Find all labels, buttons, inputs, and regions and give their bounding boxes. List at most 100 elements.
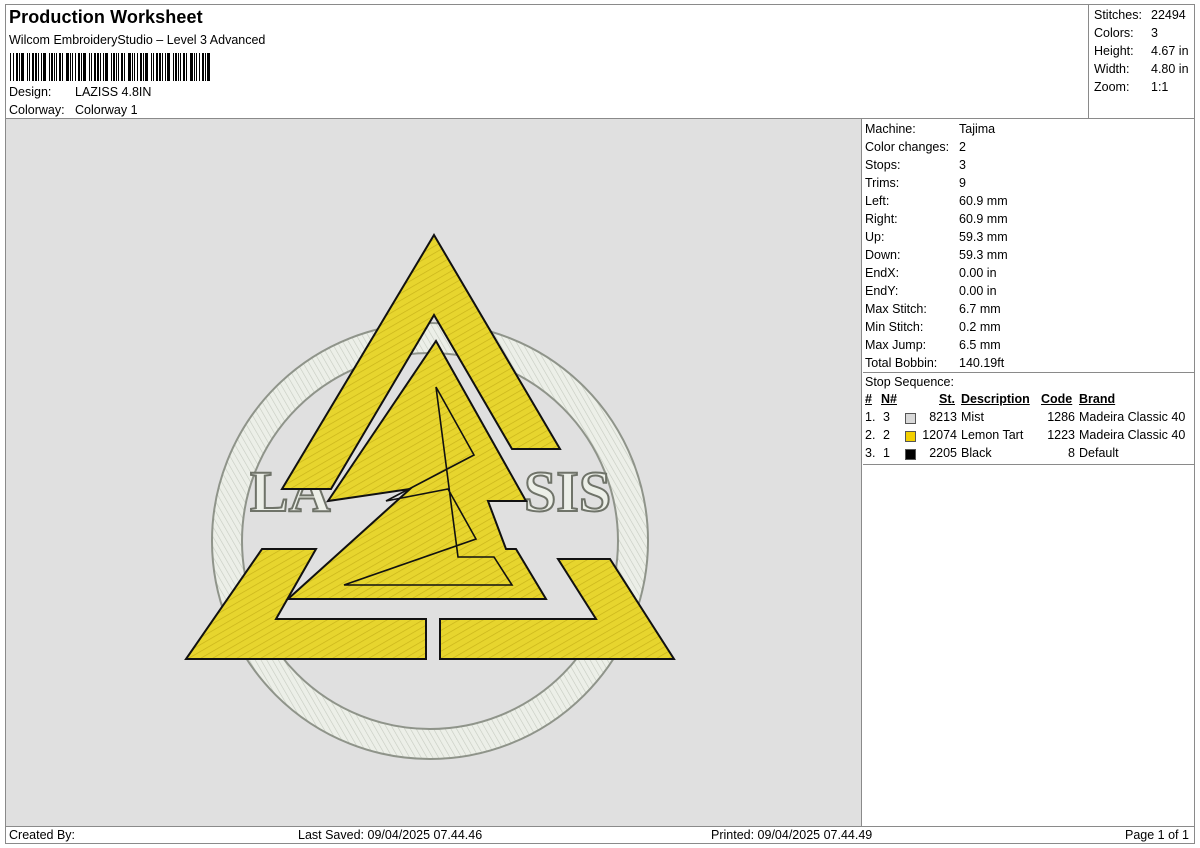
colorway-label: Colorway: (9, 103, 65, 117)
machine-row-value: 9 (959, 176, 966, 190)
page-title: Production Worksheet (9, 7, 203, 27)
machine-row: Min Stitch: 0.2 mm (865, 320, 1001, 334)
table-row: 2. 2 12074 Lemon Tart 1223 Madeira Classic 40 (863, 428, 1194, 446)
machine-row: Right: 60.9 mm (865, 212, 1008, 226)
machine-row-value: 60.9 mm (959, 194, 1008, 208)
stat-stitches: Stitches: 22494 (1094, 8, 1186, 22)
table-row: 3. 1 2205 Black 8 Default (863, 446, 1194, 464)
cell-idx: 1. (865, 410, 876, 424)
production-worksheet: Production Worksheet Wilcom EmbroiderySt… (5, 4, 1195, 844)
panel-divider (863, 372, 1194, 373)
machine-row-label: Color changes: (865, 140, 950, 154)
machine-row: Left: 60.9 mm (865, 194, 1008, 208)
footer-divider (6, 826, 1194, 827)
machine-row-label: Up: (865, 230, 885, 244)
machine-row-value: 0.2 mm (959, 320, 1001, 334)
barcode (10, 53, 210, 81)
col-st: St. (939, 392, 955, 406)
cell-code: 1223 (1047, 428, 1075, 442)
col-n: N# (881, 392, 897, 406)
cell-description: Mist (961, 410, 984, 424)
table-divider (863, 464, 1194, 465)
colorway-row: Colorway: Colorway 1 (9, 103, 138, 117)
stat-height: Height: 4.67 in (1094, 44, 1189, 58)
cell-n: 1 (883, 446, 890, 460)
stat-width: Width: 4.80 in (1094, 62, 1189, 76)
cell-idx: 3. (865, 446, 876, 460)
software-name: Wilcom EmbroideryStudio – Level 3 Advanc… (9, 33, 266, 47)
cell-idx: 2. (865, 428, 876, 442)
printed-date: Printed: 09/04/2025 07.44.49 (711, 828, 873, 842)
logo-text-right: SIS (524, 459, 611, 524)
embroidery-artwork: LA SIS (184, 233, 676, 760)
table-row: 1. 3 8213 Mist 1286 Madeira Classic 40 (863, 410, 1194, 428)
color-swatch (905, 413, 916, 424)
cell-brand: Madeira Classic 40 (1079, 428, 1186, 442)
machine-row-value: 2 (959, 140, 966, 154)
machine-row: Machine: Tajima (865, 122, 995, 136)
design-row: Design: LAZISS 4.8IN (9, 85, 151, 99)
stat-colors: Colors: 3 (1094, 26, 1158, 40)
stop-sequence-title: Stop Sequence: (865, 375, 954, 389)
design-preview: LA SIS (6, 119, 862, 827)
machine-row: Stops: 3 (865, 158, 966, 172)
machine-row: EndY: 0.00 in (865, 284, 997, 298)
cell-st: 2205 (929, 446, 957, 460)
machine-row-value: Tajima (959, 122, 996, 136)
cell-code: 1286 (1047, 410, 1075, 424)
machine-row-value: 0.00 in (959, 284, 997, 298)
machine-row: Trims: 9 (865, 176, 966, 190)
machine-row-value: 0.00 in (959, 266, 997, 280)
machine-info-panel: Machine: Tajima Color changes: 2 Stops: 3 Trim… (863, 119, 1194, 827)
cell-st: 8213 (929, 410, 957, 424)
page-number: Page 1 of 1 (1125, 828, 1189, 842)
machine-row: Max Jump: 6.5 mm (865, 338, 1001, 352)
header: Production Worksheet Wilcom EmbroiderySt… (6, 5, 1088, 119)
machine-row-label: Trims: (865, 176, 900, 190)
machine-row: Down: 59.3 mm (865, 248, 1008, 262)
cell-brand: Madeira Classic 40 (1079, 410, 1186, 424)
col-hash: # (865, 392, 872, 406)
col-code: Code (1041, 392, 1073, 406)
machine-row-label: Max Jump: (865, 338, 927, 352)
machine-row-label: Max Stitch: (865, 302, 927, 316)
machine-row-label: Machine: (865, 122, 916, 136)
color-swatch (905, 449, 916, 460)
machine-row: Color changes: 2 (865, 140, 966, 154)
machine-row-label: Down: (865, 248, 901, 262)
machine-row-label: Stops: (865, 158, 901, 172)
machine-row-value: 3 (959, 158, 966, 172)
machine-row-value: 6.5 mm (959, 338, 1001, 352)
created-by: Created By: (9, 828, 76, 842)
cell-st: 12074 (922, 428, 957, 442)
machine-row-value: 60.9 mm (959, 212, 1008, 226)
design-value: LAZISS 4.8IN (75, 85, 152, 99)
machine-row: EndX: 0.00 in (865, 266, 997, 280)
machine-row-label: EndY: (865, 284, 899, 298)
cell-n: 3 (883, 410, 890, 424)
machine-row: Total Bobbin: 140.19ft (865, 356, 1004, 370)
machine-row: Up: 59.3 mm (865, 230, 1008, 244)
machine-row-label: EndX: (865, 266, 900, 280)
cell-description: Black (961, 446, 992, 460)
machine-row-label: Min Stitch: (865, 320, 924, 334)
machine-row-label: Right: (865, 212, 898, 226)
colorway-value: Colorway 1 (75, 103, 138, 117)
machine-row-value: 6.7 mm (959, 302, 1001, 316)
cell-code: 8 (1068, 446, 1075, 460)
machine-row-value: 59.3 mm (959, 248, 1008, 262)
machine-row: Max Stitch: 6.7 mm (865, 302, 1001, 316)
machine-row-label: Total Bobbin: (865, 356, 938, 370)
col-brand: Brand (1079, 392, 1116, 406)
cell-description: Lemon Tart (961, 428, 1024, 442)
design-label: Design: (9, 85, 52, 99)
stat-zoom: Zoom: 1:1 (1094, 80, 1169, 94)
cell-brand: Default (1079, 446, 1119, 460)
design-stats: Stitches: 22494 Colors: 3 Height: 4.67 in W… (1088, 5, 1194, 119)
color-swatch (905, 431, 916, 442)
col-description: Description (961, 392, 1030, 406)
machine-row-label: Left: (865, 194, 890, 208)
machine-row-value: 59.3 mm (959, 230, 1008, 244)
last-saved: Last Saved: 09/04/2025 07.44.46 (298, 828, 483, 842)
machine-row-value: 140.19ft (959, 356, 1005, 370)
